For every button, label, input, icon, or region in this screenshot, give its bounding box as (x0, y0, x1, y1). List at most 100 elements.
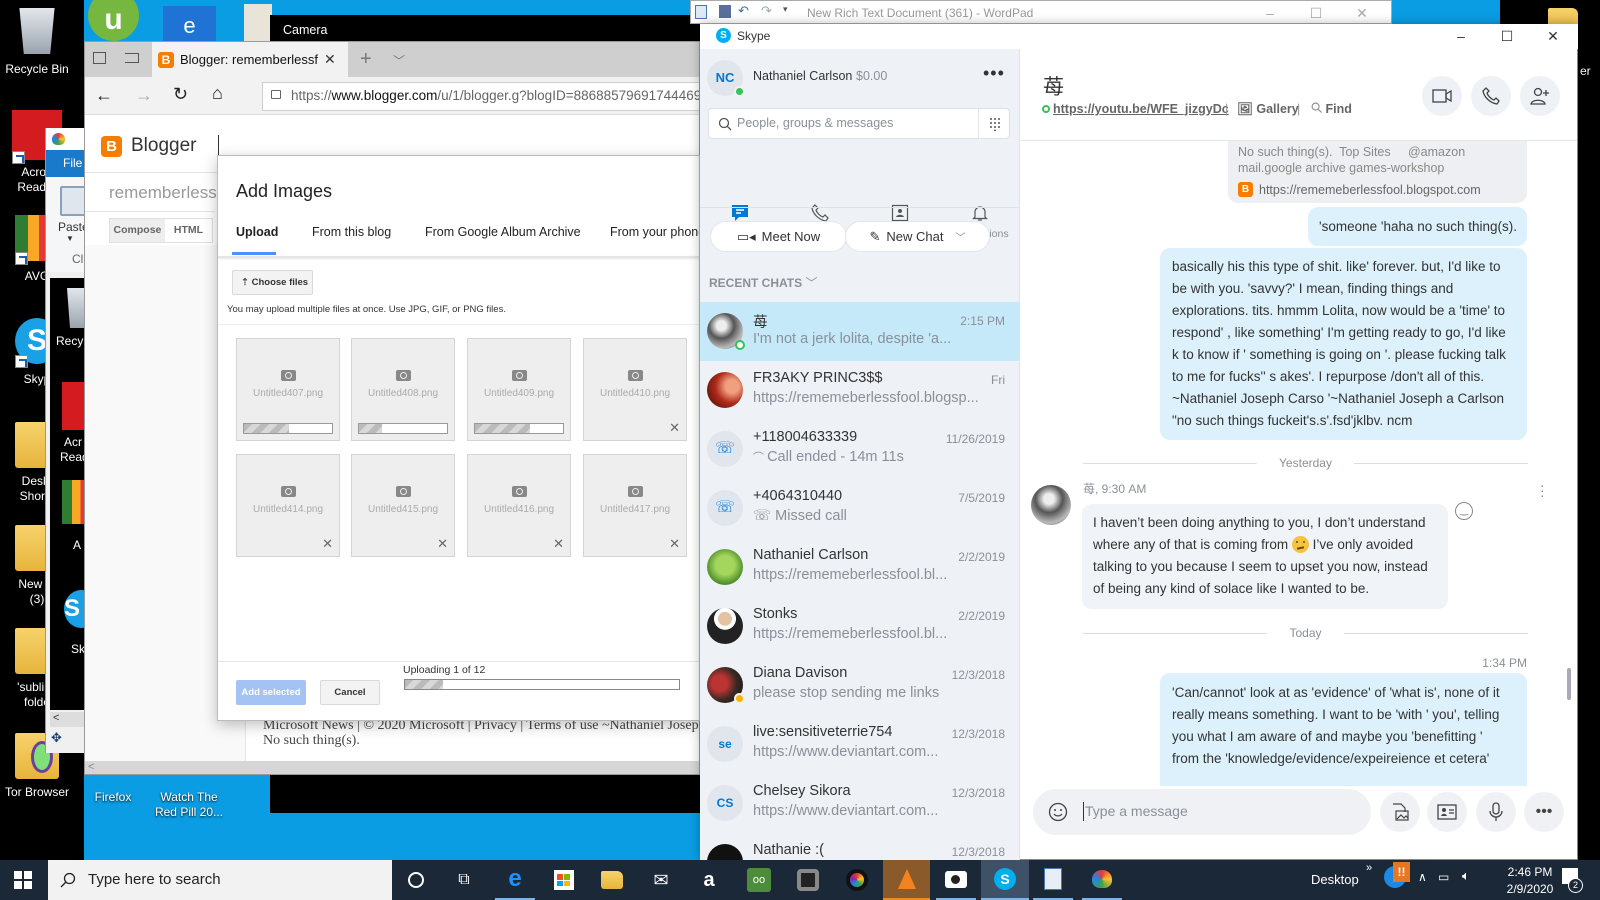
message-bubble-incoming[interactable]: I haven’t been doing anything to you, I … (1082, 504, 1448, 609)
taskbar-search-box[interactable]: Type here to search (48, 860, 392, 900)
gallery-button[interactable]: 🖼︎ Gallery (1237, 102, 1299, 117)
compose-tab[interactable]: Compose (110, 219, 165, 242)
mail-icon[interactable]: ✉ (641, 860, 681, 900)
maximize-icon[interactable]: ☐ (1293, 1, 1339, 25)
profile-name[interactable]: Nathaniel Carlson (753, 69, 852, 83)
share-media-button[interactable] (1380, 792, 1420, 832)
camera-taskbar-icon[interactable] (936, 860, 976, 900)
set-aside-tabs-icon[interactable] (125, 53, 139, 63)
add-reaction-icon[interactable]: ‿ (1455, 502, 1473, 520)
more-options-button[interactable]: ••• (1524, 792, 1564, 832)
start-button[interactable] (14, 871, 32, 889)
task-view-icon[interactable]: ⧉ (444, 860, 484, 900)
add-people-button[interactable] (1520, 76, 1560, 116)
message-input[interactable]: Type a message (1033, 789, 1371, 835)
audio-call-button[interactable] (1471, 76, 1511, 116)
sender-avatar[interactable] (1031, 485, 1071, 525)
paint-taskbar-icon[interactable] (1082, 860, 1122, 900)
tab-google-album-archive[interactable]: From Google Album Archive (425, 225, 581, 239)
undo-icon[interactable]: ↶ (738, 3, 749, 19)
voice-message-button[interactable] (1476, 792, 1516, 832)
recent-chats-header[interactable]: RECENT CHATS ﹀ (709, 274, 817, 291)
tab-from-this-blog[interactable]: From this blog (312, 225, 391, 239)
forward-icon[interactable]: → (135, 85, 153, 106)
paste-icon[interactable] (60, 186, 85, 216)
tripadvisor-icon[interactable]: oo (739, 860, 779, 900)
maximize-icon[interactable]: ☐ (1484, 24, 1530, 48)
show-hidden-icons-icon[interactable]: ∧ (1418, 870, 1427, 884)
utorrent-icon[interactable]: u (88, 0, 139, 41)
back-icon[interactable]: ← (95, 85, 113, 106)
camera-app-taskbar-icon[interactable] (788, 860, 828, 900)
network-icon[interactable]: ▭ (1438, 870, 1449, 884)
refresh-icon[interactable]: ↻ (173, 84, 188, 105)
find-button[interactable]: Find (1311, 102, 1352, 116)
blogger-logo-icon[interactable]: B (101, 136, 122, 157)
link-preview-card[interactable]: No such thing(s). Top Sites @amazon mail… (1228, 141, 1527, 203)
new-tab-icon[interactable]: + (360, 48, 372, 71)
blogger-logo-text[interactable]: Blogger (131, 135, 197, 157)
emoji-icon[interactable] (1048, 802, 1068, 822)
more-options-icon[interactable]: ••• (983, 63, 1005, 84)
chat-list-item[interactable]: ☏ +4064310440 ☏ Missed call 7/5/2019 (700, 479, 1019, 538)
remove-file-icon[interactable]: ✕ (322, 536, 333, 552)
dialpad-icon[interactable] (988, 117, 1002, 131)
chat-list-item[interactable]: Nathaniel Carlson https://rememeberlessf… (700, 538, 1019, 597)
scroll-left-icon[interactable]: < (88, 761, 94, 773)
cortana-icon[interactable] (396, 860, 436, 900)
profile-avatar[interactable]: NC (707, 60, 745, 97)
dropdown-arrow-icon[interactable]: ▼ (66, 234, 74, 243)
redo-icon[interactable]: ↷ (761, 3, 772, 19)
new-chat-button[interactable]: ✎ New Chat ﹀ (845, 221, 990, 252)
amazon-icon[interactable]: a (689, 860, 729, 900)
remove-file-icon[interactable]: ✕ (669, 420, 680, 436)
file-explorer-icon[interactable] (592, 860, 632, 900)
chat-list-item[interactable]: 苺 I'm not a jerk lolita, despite 'a... 2… (700, 302, 1019, 361)
quick-access-dropdown-icon[interactable]: ▾ (783, 4, 788, 15)
address-bar[interactable]: https://www.blogger.com/u/1/blogger.g?bl… (262, 82, 699, 111)
chat-list-item[interactable]: se live:sensitiveterrie754 https://www.d… (700, 715, 1019, 774)
tab-blogger[interactable]: B Blogger: rememberlessf ✕ (152, 42, 348, 77)
chat-list-item[interactable]: FR3AKY PRINC3$$ https://rememeberlessfoo… (700, 361, 1019, 420)
desktop-icon-firefox[interactable]: Firefox (76, 790, 150, 805)
desktop-icon-red-pill[interactable]: Watch The Red Pill 20... (152, 790, 226, 820)
add-selected-button[interactable]: Add selected (236, 680, 306, 705)
store-icon[interactable] (544, 860, 584, 900)
chat-list-item[interactable]: Stonks https://rememeberlessfool.bl... 2… (700, 597, 1019, 656)
message-bubble-outgoing[interactable]: basically his this type of shit. like' f… (1160, 248, 1527, 440)
file-tab[interactable]: File (46, 150, 85, 177)
chat-list-item[interactable]: Nathanie :( 12/3/2018 (700, 833, 1019, 860)
meet-now-button[interactable]: ▭◂ Meet Now (710, 221, 847, 252)
chat-list-item[interactable]: Diana Davison please stop sending me lin… (700, 656, 1019, 715)
message-options-icon[interactable]: · · · (1540, 478, 1545, 502)
cancel-button[interactable]: Cancel (320, 680, 380, 705)
webcam-app-icon[interactable] (837, 860, 877, 900)
link-preview-url[interactable]: https://rememeberlessfool.blogspot.com (1259, 183, 1481, 197)
desktop-icon-recycle-bin[interactable]: Recycle Bin (0, 8, 74, 77)
horizontal-scrollbar[interactable]: < (85, 761, 699, 774)
skype-credit[interactable]: $0.00 (856, 69, 887, 83)
taskbar-clock[interactable]: 2:46 PM 2/9/2020 (1500, 864, 1560, 898)
send-contact-button[interactable] (1427, 792, 1467, 832)
home-icon[interactable]: ⌂ (212, 83, 223, 104)
tab-manager-icon[interactable] (93, 52, 106, 64)
message-bubble-outgoing[interactable]: 'someone 'haha no such thing(s). (1308, 207, 1527, 246)
minimize-icon[interactable]: – (1247, 1, 1293, 25)
chevron-down-icon[interactable]: ﹀ (393, 52, 405, 69)
scrollbar-thumb[interactable] (1567, 668, 1571, 700)
vlc-icon[interactable] (883, 860, 930, 900)
edge-taskbar-icon[interactable]: e (495, 860, 535, 900)
tray-alert-icon[interactable]: !! (1393, 862, 1410, 882)
close-icon[interactable]: ✕ (1530, 24, 1576, 48)
chat-list-item[interactable]: CS Chelsey Sikora https://www.deviantart… (700, 774, 1019, 833)
close-tab-icon[interactable]: ✕ (324, 51, 336, 68)
volume-icon[interactable]: 🔈︎ (1462, 868, 1470, 884)
tab-upload[interactable]: Upload (236, 225, 278, 239)
close-icon[interactable]: ✕ (1339, 1, 1385, 25)
choose-files-button[interactable]: ⇡ Choose files (232, 270, 313, 295)
remove-file-icon[interactable]: ✕ (553, 536, 564, 552)
video-call-button[interactable] (1422, 76, 1462, 116)
html-tab[interactable]: HTML (165, 219, 212, 242)
tab-from-your-phone[interactable]: From your phone (610, 225, 699, 239)
mood-link[interactable]: https://youtu.be/WFE_jizgyDc (1053, 102, 1229, 116)
